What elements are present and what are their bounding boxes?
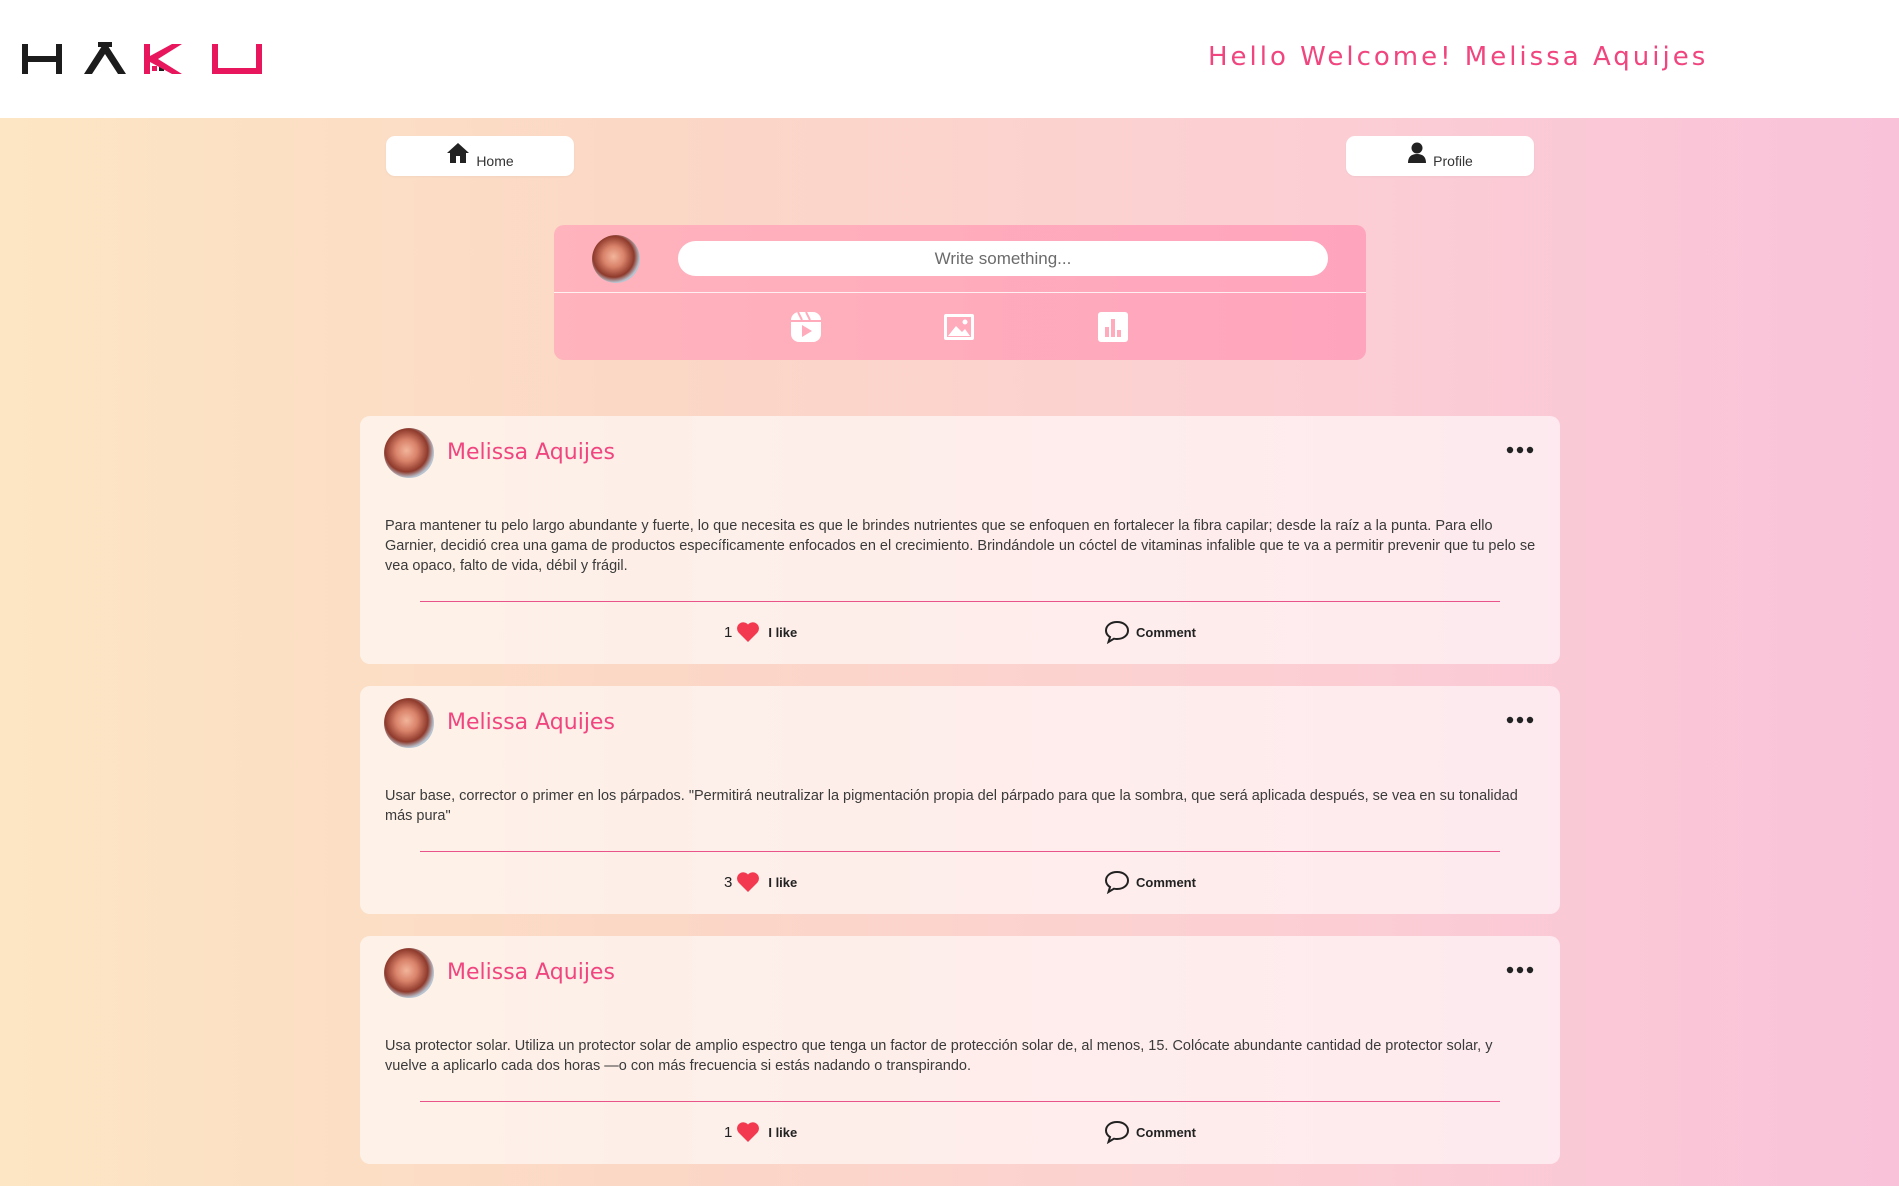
comment-label: Comment	[1136, 874, 1196, 890]
video-reel-icon[interactable]	[790, 311, 822, 343]
post-text: Usar base, corrector o primer en los pár…	[385, 788, 1518, 824]
comment-bubble-icon	[1104, 870, 1130, 894]
like-button[interactable]: 1 I like	[724, 1121, 797, 1143]
like-label: I like	[768, 874, 798, 890]
comment-label: Comment	[1136, 624, 1196, 640]
write-post-input[interactable]	[678, 241, 1328, 276]
post-divider	[420, 601, 1500, 602]
comment-button[interactable]: Comment	[1104, 870, 1196, 894]
post-card: Melissa Aquijes Para mantener tu pelo la…	[360, 416, 1560, 664]
comment-label: Comment	[1136, 1124, 1196, 1140]
like-count: 1	[724, 623, 733, 641]
top-header: Hello Welcome! Melissa Aquijes	[0, 0, 1899, 118]
like-label: I like	[768, 1124, 798, 1140]
author-avatar[interactable]	[384, 428, 434, 478]
comment-button[interactable]: Comment	[1104, 1120, 1196, 1144]
post-card: Melissa Aquijes Usa protector solar. Uti…	[360, 936, 1560, 1164]
post-author[interactable]: Melissa Aquijes	[447, 960, 615, 985]
like-label: I like	[768, 624, 798, 640]
post-author[interactable]: Melissa Aquijes	[447, 440, 615, 465]
heart-icon	[737, 872, 760, 892]
like-button[interactable]: 1 I like	[724, 621, 797, 643]
like-count: 3	[724, 873, 733, 891]
comment-button[interactable]: Comment	[1104, 620, 1196, 644]
comment-bubble-icon	[1104, 620, 1130, 644]
like-button[interactable]: 3 I like	[724, 871, 797, 893]
post-divider	[420, 851, 1500, 852]
home-icon	[447, 143, 470, 163]
author-avatar[interactable]	[384, 698, 434, 748]
image-icon[interactable]	[943, 311, 975, 343]
post-text: Usa protector solar. Utiliza un protecto…	[385, 1038, 1493, 1074]
post-text: Para mantener tu pelo largo abundante y …	[385, 518, 1536, 574]
home-label: Home	[476, 153, 514, 169]
heart-icon	[737, 1122, 760, 1142]
post-composer	[554, 225, 1366, 360]
bar-chart-icon[interactable]	[1097, 311, 1129, 343]
more-dots-icon[interactable]	[1506, 716, 1534, 724]
post-divider	[420, 1101, 1500, 1102]
heart-icon	[737, 622, 760, 642]
more-dots-icon[interactable]	[1506, 966, 1534, 974]
comment-bubble-icon	[1104, 1120, 1130, 1144]
welcome-message: Hello Welcome! Melissa Aquijes	[1208, 42, 1709, 72]
user-icon	[1408, 142, 1427, 163]
author-avatar[interactable]	[384, 948, 434, 998]
post-card: Melissa Aquijes Usar base, corrector o p…	[360, 686, 1560, 914]
home-button[interactable]: Home	[386, 136, 574, 176]
like-count: 1	[724, 1123, 733, 1141]
more-dots-icon[interactable]	[1506, 446, 1534, 454]
haku-logo[interactable]	[22, 42, 268, 76]
user-avatar[interactable]	[592, 235, 640, 283]
profile-label: Profile	[1433, 153, 1473, 169]
post-author[interactable]: Melissa Aquijes	[447, 710, 615, 735]
profile-button[interactable]: Profile	[1346, 136, 1534, 176]
composer-divider	[554, 292, 1366, 293]
